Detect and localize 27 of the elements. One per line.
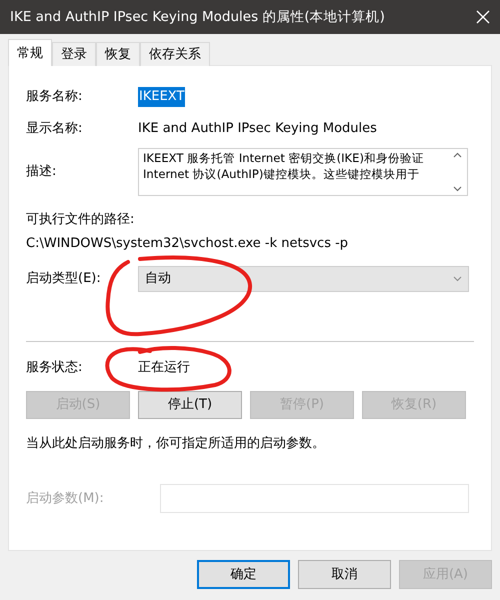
dialog-button[interactable]: 确定 (197, 560, 290, 589)
path-label: 可执行文件的路径: (26, 211, 136, 229)
field-value: IKE and AuthIP IPsec Keying Modules (138, 120, 377, 138)
hint-text: 当从此处启动服务时，你可指定所适用的启动参数。 (26, 434, 326, 452)
tab[interactable]: 常规 (8, 39, 52, 66)
field-label: 描述: (26, 163, 58, 182)
field-label: 服务状态: (26, 359, 84, 377)
tab[interactable]: 依存关系 (140, 42, 210, 66)
tab[interactable]: 恢复 (96, 42, 140, 66)
field-label: 启动类型(E): (26, 270, 102, 288)
status-value: 正在运行 (138, 359, 190, 377)
description-text: IKEEXT 服务托管 Internet 密钥交换(IKE)和身份验证 (143, 150, 425, 166)
dialog-button[interactable]: 取消 (298, 560, 391, 589)
field-label: 启动参数(M): (26, 490, 105, 508)
startup-type-dropdown[interactable]: 自动 (138, 266, 469, 292)
window-title: IKE and AuthIP IPsec Keying Modules 的属性(本地计算机) (10, 8, 385, 27)
dropdown-value: 自动 (145, 270, 171, 288)
field-label: 服务名称: (26, 88, 84, 106)
field-value: IKEEXT (138, 87, 186, 107)
scroll-up-icon[interactable] (452, 152, 462, 158)
tab[interactable]: 登录 (52, 42, 96, 66)
close-icon[interactable] (476, 10, 490, 24)
service-button[interactable]: 停止(T) (138, 390, 242, 418)
scroll-down-icon[interactable] (452, 186, 462, 192)
description-text: Internet 协议(AuthIP)键控模块。这些键控模块用于 (143, 166, 420, 182)
field-label: 显示名称: (26, 120, 84, 138)
path-value: C:\WINDOWS\system32\svchost.exe -k netsvcs -p (26, 234, 350, 252)
